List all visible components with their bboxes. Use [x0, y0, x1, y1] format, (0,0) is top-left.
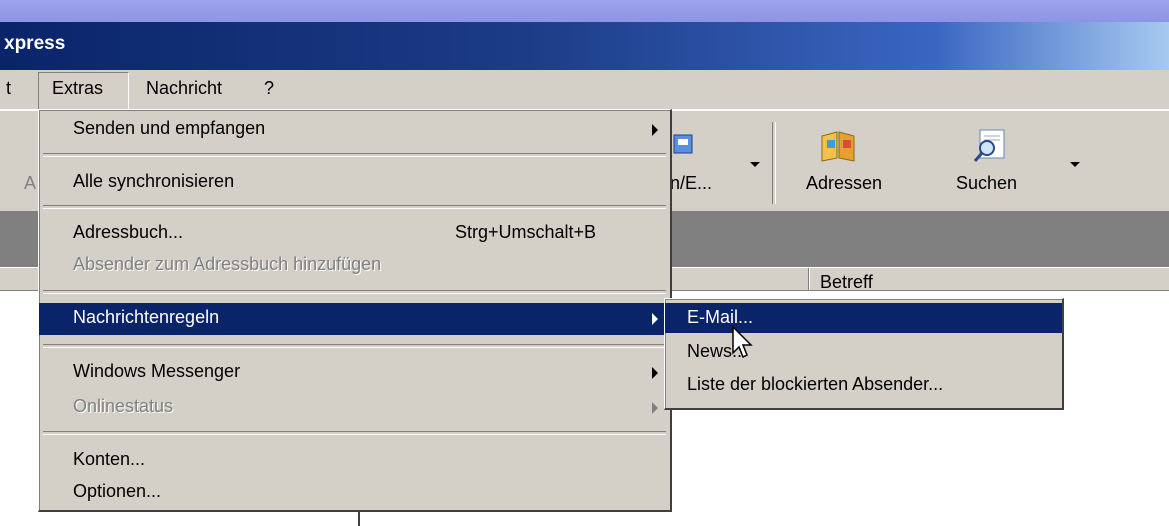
send-receive-dropdown-icon[interactable] [750, 162, 760, 167]
menu-item-nachrichtenregeln[interactable]: Nachrichtenregeln [39, 303, 670, 335]
menu-separator [43, 153, 666, 157]
menu-help[interactable]: ? [264, 78, 274, 99]
menu-item-label: Onlinestatus [73, 396, 174, 416]
menu-item-senden-empfangen[interactable]: Senden und empfangen [39, 114, 670, 144]
menu-item-windows-messenger[interactable]: Windows Messenger [39, 357, 670, 387]
menu-item-label: Windows Messenger [73, 361, 241, 381]
title-bar[interactable] [0, 22, 1169, 70]
menu-separator [43, 205, 666, 209]
menu-item-adressbuch[interactable]: Adressbuch... Strg+Umschalt+B [39, 218, 670, 248]
send-receive-icon[interactable] [670, 132, 696, 158]
menu-item-label: Alle synchronisieren [73, 171, 235, 191]
column-subject[interactable]: Betreff [820, 272, 873, 293]
menu-item-shortcut: Strg+Umschalt+B [455, 222, 597, 242]
menu-extras-label[interactable]: Extras [52, 78, 103, 99]
column-divider[interactable] [808, 268, 810, 290]
menu-separator [43, 431, 666, 435]
menu-item-label: E-Mail... [687, 307, 754, 327]
search-icon[interactable] [970, 126, 1010, 166]
mouse-cursor-icon [731, 325, 755, 360]
search-button-label[interactable]: Suchen [956, 173, 1017, 194]
submenu-arrow-icon [652, 124, 658, 136]
submenu-item-news[interactable]: News... [665, 337, 1062, 367]
addresses-button-label[interactable]: Adressen [806, 173, 882, 194]
menu-item-konten[interactable]: Konten... [39, 445, 670, 475]
menu-item-label: Absender zum Adressbuch hinzufügen [73, 254, 382, 274]
submenu-item-blockierte-absender[interactable]: Liste der blockierten Absender... [665, 370, 1062, 400]
menu-item-label: Optionen... [73, 481, 162, 501]
window-title: xpress [4, 33, 66, 54]
toolbar-separator [772, 122, 776, 204]
menu-item-optionen[interactable]: Optionen... [39, 477, 670, 507]
menu-separator [43, 344, 666, 348]
menu-item-label: Adressbuch... [73, 222, 184, 242]
send-receive-label[interactable]: n/E... [670, 173, 712, 194]
extras-menu: Senden und empfangen Alle synchronisiere… [38, 109, 672, 512]
search-dropdown-icon[interactable] [1070, 162, 1080, 167]
menu-separator [43, 290, 666, 294]
address-book-icon[interactable] [818, 126, 858, 166]
submenu-arrow-icon [652, 402, 658, 414]
menu-partial[interactable]: t [6, 78, 11, 99]
menu-item-label: Nachrichtenregeln [73, 307, 220, 327]
menu-item-absender-hinzufuegen[interactable]: Absender zum Adressbuch hinzufügen [39, 250, 670, 280]
submenu-arrow-icon [652, 313, 658, 325]
rules-submenu: E-Mail... News... Liste der blockierten … [664, 298, 1064, 410]
menu-item-label: Konten... [73, 449, 146, 469]
menu-nachricht[interactable]: Nachricht [146, 78, 222, 99]
menu-item-label: Liste der blockierten Absender... [687, 374, 944, 394]
toolbar-partial-label[interactable]: A [24, 173, 36, 194]
submenu-item-email[interactable]: E-Mail... [665, 303, 1062, 333]
desktop-strip [0, 0, 1169, 22]
submenu-arrow-icon [652, 367, 658, 379]
menu-item-label: Senden und empfangen [73, 118, 266, 138]
menu-item-onlinestatus[interactable]: Onlinestatus [39, 392, 670, 422]
menu-item-alle-synchronisieren[interactable]: Alle synchronisieren [39, 167, 670, 197]
